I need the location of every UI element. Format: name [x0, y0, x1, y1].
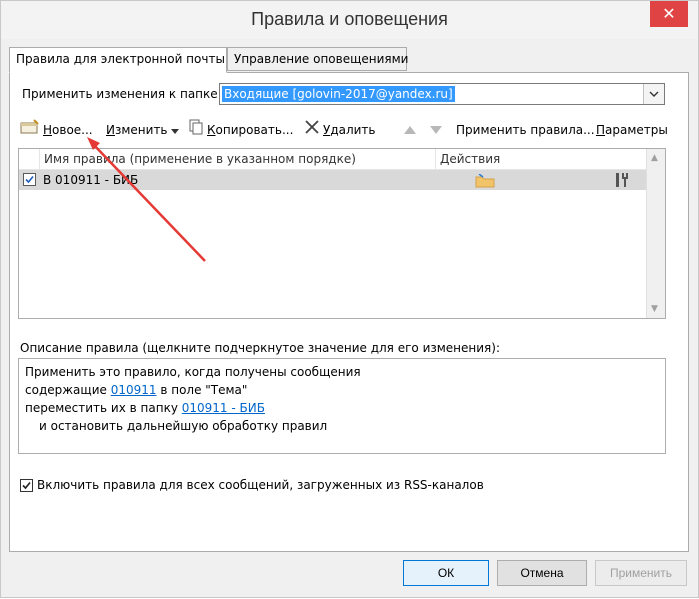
- apply-button[interactable]: Применить: [595, 560, 687, 586]
- close-button[interactable]: ✕: [650, 1, 688, 27]
- scroll-up-icon[interactable]: ▲: [651, 153, 658, 163]
- title-bar: Правила и оповещения ✕: [1, 1, 698, 39]
- description-line: и остановить дальнейшую обработку правил: [39, 419, 328, 433]
- rule-row[interactable]: В 010911 - БИБ: [19, 170, 647, 190]
- rules-dialog: Правила и оповещения ✕ Правила для элект…: [0, 0, 699, 598]
- description-line: Применить это правило, когда получены со…: [25, 365, 361, 379]
- run-rules-button[interactable]: Применить правила...: [456, 119, 595, 141]
- copy-rule-button[interactable]: Копировать...: [188, 119, 293, 141]
- rule-description-label: Описание правила (щелкните подчеркнутое …: [20, 341, 500, 355]
- caret-down-icon: [170, 119, 179, 141]
- edit-rule-button[interactable]: Изменить: [106, 119, 179, 141]
- arrow-down-icon: [430, 119, 442, 141]
- rules-panel: Применить изменения к папке: Входящие [g…: [9, 72, 689, 552]
- ok-button[interactable]: ОК: [403, 560, 489, 586]
- rule-name: В 010911 - БИБ: [43, 173, 139, 187]
- rss-checkbox-label: Включить правила для всех сообщений, заг…: [37, 478, 484, 492]
- dialog-title: Правила и оповещения: [251, 9, 448, 29]
- cancel-button[interactable]: Отмена: [497, 560, 587, 586]
- rules-list-header: Имя правила (применение в указанном поря…: [19, 149, 647, 170]
- rules-list[interactable]: Имя правила (применение в указанном поря…: [18, 148, 666, 319]
- tab-email-rules[interactable]: Правила для электронной почты: [9, 47, 227, 73]
- column-actions[interactable]: Действия: [435, 149, 647, 169]
- rule-description-box: Применить это правило, когда получены со…: [18, 358, 666, 454]
- new-rule-icon: [20, 118, 40, 142]
- move-up-button[interactable]: [404, 119, 416, 141]
- chevron-down-icon[interactable]: [643, 84, 664, 104]
- delete-x-icon: [304, 119, 320, 141]
- delete-rule-button[interactable]: Удалить: [304, 119, 376, 141]
- scroll-down-icon[interactable]: ▼: [651, 304, 658, 314]
- folder-dropdown[interactable]: Входящие [golovin-2017@yandex.ru]: [219, 83, 665, 105]
- description-line: переместить их в папку 010911 - БИБ: [25, 401, 265, 415]
- move-down-button[interactable]: [430, 119, 442, 141]
- rss-rules-option[interactable]: Включить правила для всех сообщений, заг…: [20, 478, 484, 492]
- folder-label: Применить изменения к папке:: [22, 87, 222, 101]
- rule-enabled-checkbox[interactable]: [23, 173, 36, 186]
- arrow-up-icon: [404, 119, 416, 141]
- description-line: содержащие 010911 в поле "Тема": [25, 383, 248, 397]
- tab-manage-alerts[interactable]: Управление оповещениями: [227, 47, 408, 71]
- tools-icon: [613, 172, 631, 191]
- move-to-folder-icon: [475, 173, 495, 191]
- subject-keyword-link[interactable]: 010911: [111, 383, 157, 397]
- target-folder-link[interactable]: 010911 - БИБ: [182, 401, 265, 415]
- new-rule-button[interactable]: Новое...: [20, 118, 93, 142]
- options-button[interactable]: Параметры: [596, 119, 668, 141]
- column-rule-name[interactable]: Имя правила (применение в указанном поря…: [39, 149, 435, 169]
- rss-checkbox[interactable]: [20, 478, 33, 492]
- rules-list-scrollbar[interactable]: ▲ ▼: [646, 149, 665, 318]
- rules-toolbar: Новое... Изменить Копировать... Удалить: [20, 118, 680, 142]
- copy-icon: [188, 119, 204, 142]
- folder-value: Входящие [golovin-2017@yandex.ru]: [222, 86, 455, 102]
